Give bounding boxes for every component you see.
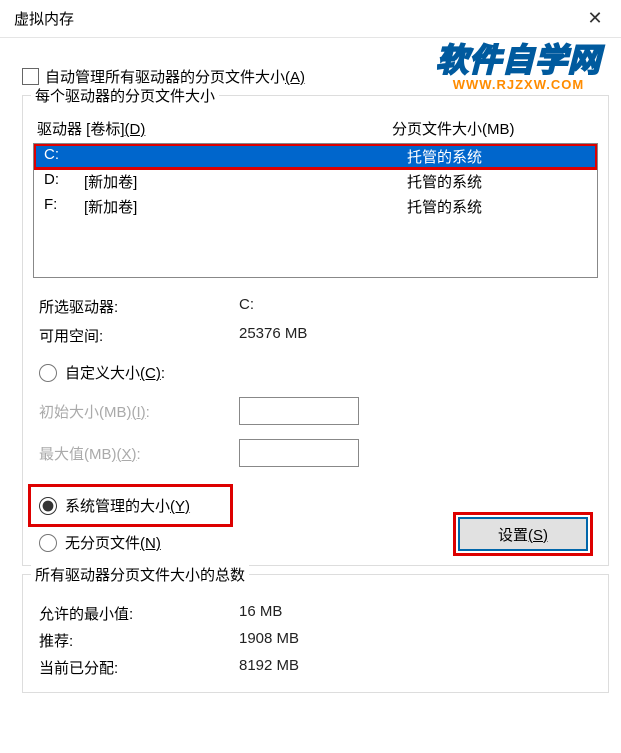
drive-group: 每个驱动器的分页文件大小 驱动器 [卷标](D) 分页文件大小(MB) C: 托… (22, 95, 609, 566)
totals-group: 所有驱动器分页文件大小的总数 允许的最小值: 16 MB 推荐: 1908 MB… (22, 574, 609, 693)
drive-row[interactable]: C: 托管的系统 (34, 144, 597, 169)
max-size-input[interactable] (239, 439, 359, 467)
initial-size-input[interactable] (239, 397, 359, 425)
selected-drive-label: 所选驱动器: (39, 296, 239, 317)
drive-group-label: 每个驱动器的分页文件大小 (31, 85, 219, 106)
custom-size-radio[interactable] (39, 364, 57, 382)
set-button[interactable]: 设置(S) (458, 517, 588, 551)
system-managed-label: 系统管理的大小(Y) (65, 495, 190, 516)
max-size-label: 最大值(MB)(X): (39, 443, 239, 464)
totals-group-label: 所有驱动器分页文件大小的总数 (31, 564, 249, 585)
rec-value: 1908 MB (239, 630, 598, 651)
close-icon[interactable]: ✕ (581, 8, 609, 29)
drive-row[interactable]: F: [新加卷] 托管的系统 (34, 194, 597, 219)
cur-value: 8192 MB (239, 657, 598, 678)
col-size: 分页文件大小(MB) (392, 118, 592, 139)
no-paging-radio[interactable] (39, 534, 57, 552)
titlebar: 虚拟内存 ✕ (0, 0, 621, 38)
selected-drive-value: C: (239, 296, 598, 317)
system-managed-radio[interactable] (39, 497, 57, 515)
rec-label: 推荐: (39, 630, 239, 651)
col-drive: 驱动器 [卷标](D) (37, 118, 392, 139)
auto-manage-label: 自动管理所有驱动器的分页文件大小(A) (45, 66, 305, 87)
min-label: 允许的最小值: (39, 603, 239, 624)
window-title: 虚拟内存 (14, 8, 74, 29)
initial-size-label: 初始大小(MB)(I): (39, 401, 239, 422)
cur-label: 当前已分配: (39, 657, 239, 678)
drive-row[interactable]: D: [新加卷] 托管的系统 (34, 169, 597, 194)
min-value: 16 MB (239, 603, 598, 624)
custom-size-label: 自定义大小(C): (65, 362, 165, 383)
no-paging-label: 无分页文件(N) (65, 532, 161, 553)
free-space-label: 可用空间: (39, 325, 239, 346)
auto-manage-checkbox[interactable] (22, 68, 39, 85)
drive-list-header: 驱动器 [卷标](D) 分页文件大小(MB) (33, 118, 598, 143)
drive-list[interactable]: C: 托管的系统 D: [新加卷] 托管的系统 F: [新加卷] 托管的系统 (33, 143, 598, 278)
free-space-value: 25376 MB (239, 325, 598, 346)
